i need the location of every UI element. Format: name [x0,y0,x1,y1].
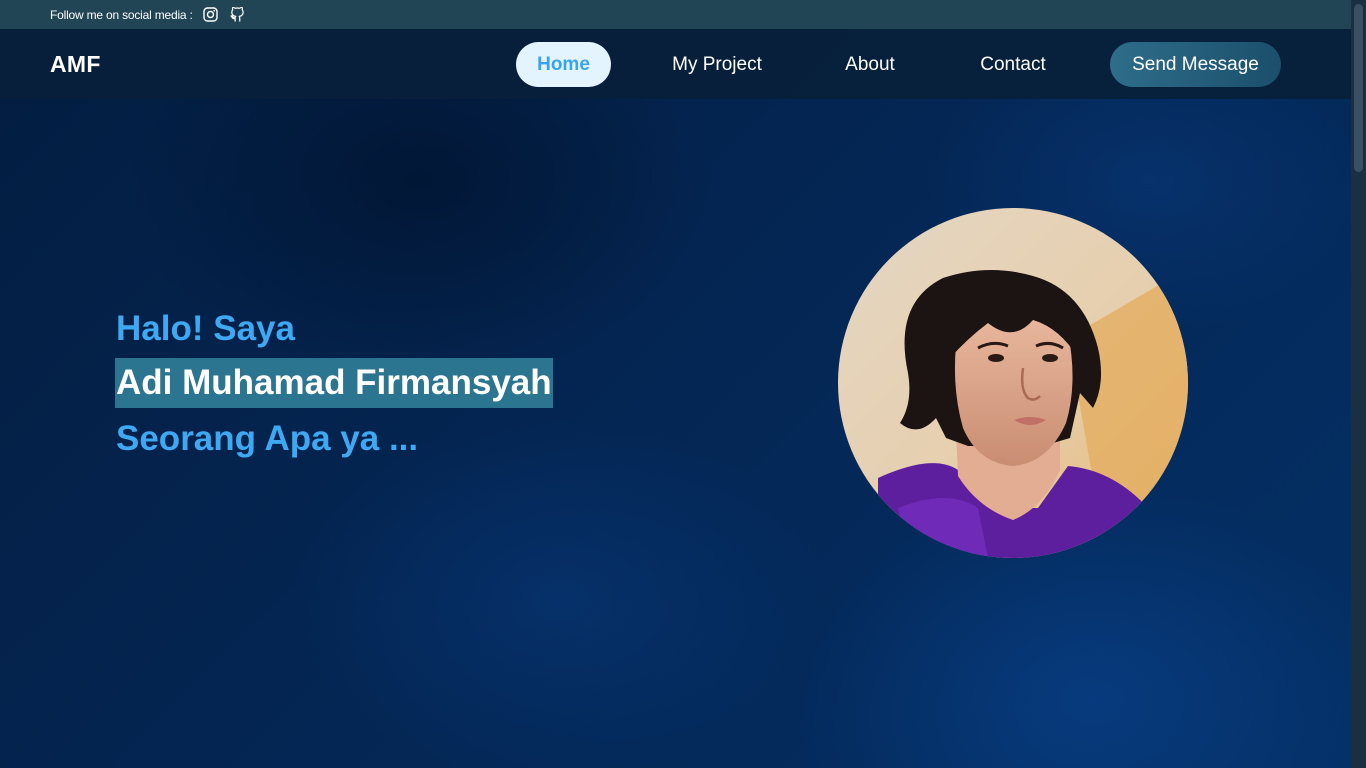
nav-item-home[interactable]: Home [516,42,611,87]
page: Follow me on social media : AMF Home My … [0,0,1351,768]
instagram-icon[interactable] [203,7,219,23]
nav-item-contact[interactable]: Contact [968,42,1058,87]
brand-logo[interactable]: AMF [50,51,101,78]
nav-item-my-project[interactable]: My Project [660,42,774,87]
social-bar: Follow me on social media : [0,0,1351,29]
hero-name: Adi Muhamad Firmansyah [115,358,553,408]
profile-photo [838,208,1188,558]
github-icon[interactable] [230,7,246,23]
nav-item-about[interactable]: About [833,42,907,87]
hero-role: Seorang Apa ya ... [116,419,419,458]
scrollbar-thumb[interactable] [1354,4,1363,172]
page-scrollbar[interactable] [1351,0,1366,768]
hero-greeting: Halo! Saya [116,309,295,348]
send-message-button[interactable]: Send Message [1110,42,1281,87]
social-bar-label: Follow me on social media : [50,7,193,22]
navbar: AMF Home My Project About Contact Send M… [0,29,1351,99]
